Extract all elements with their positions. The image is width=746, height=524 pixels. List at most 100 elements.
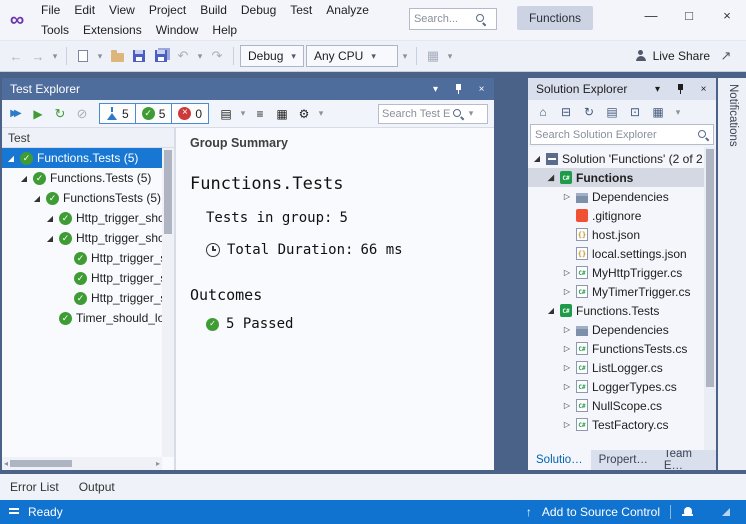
- solution-tree-row[interactable]: MyTimerTrigger.cs: [528, 282, 704, 301]
- passed-outcome-line[interactable]: 5 Passed: [206, 316, 480, 332]
- pin-icon[interactable]: [450, 81, 467, 97]
- test-explorer-header[interactable]: Test Explorer ▾ ×: [2, 78, 494, 100]
- test-tree-row[interactable]: Functions.Tests (5): [2, 148, 162, 168]
- expander-icon[interactable]: [562, 268, 572, 277]
- collapse-all-icon[interactable]: ⊟: [558, 103, 574, 121]
- undo-dropdown-icon[interactable]: ▾: [195, 45, 205, 67]
- menu-view[interactable]: View: [102, 0, 142, 20]
- solution-tree-row[interactable]: LoggerTypes.cs: [528, 377, 704, 396]
- tab-error-list[interactable]: Error List: [10, 480, 59, 494]
- test-column-header[interactable]: Test: [2, 128, 174, 148]
- scrollbar-thumb[interactable]: [706, 149, 714, 387]
- menu-file[interactable]: File: [34, 0, 67, 20]
- test-tree-row[interactable]: FunctionsTests (5): [2, 188, 162, 208]
- run-target-dropdown-icon[interactable]: ▾: [400, 45, 410, 67]
- repeat-last-run-icon[interactable]: ↻: [50, 104, 70, 124]
- solution-tree-row[interactable]: Solution 'Functions' (2 of 2 p: [528, 149, 704, 168]
- add-to-source-control[interactable]: Add to Source Control: [542, 505, 660, 519]
- expander-icon[interactable]: [45, 234, 55, 243]
- run-all-tests-icon[interactable]: ▶▶: [6, 104, 26, 124]
- solution-explorer-header[interactable]: Solution Explorer ▾ ×: [528, 78, 716, 100]
- test-search-input[interactable]: [382, 108, 450, 120]
- toolbar-overflow-icon[interactable]: ▾: [673, 101, 683, 123]
- solution-tree-row[interactable]: Dependencies: [528, 320, 704, 339]
- expander-icon[interactable]: [32, 194, 42, 203]
- solution-search-box[interactable]: [530, 124, 714, 145]
- maximize-button[interactable]: □: [670, 0, 708, 30]
- scroll-left-icon[interactable]: ◂: [4, 459, 8, 468]
- close-icon[interactable]: ×: [695, 81, 712, 97]
- expander-icon[interactable]: [562, 401, 572, 410]
- menu-debug[interactable]: Debug: [234, 0, 283, 20]
- menu-extensions[interactable]: Extensions: [76, 20, 149, 40]
- expander-icon[interactable]: [562, 363, 572, 372]
- toolbar-options-icon[interactable]: ▦: [423, 45, 443, 67]
- minimize-button[interactable]: —: [632, 0, 670, 30]
- tab-solution-explorer[interactable]: Solutio…: [528, 450, 591, 470]
- solution-tree-row[interactable]: Functions.Tests: [528, 301, 704, 320]
- expander-icon[interactable]: [562, 287, 572, 296]
- toolbar-options-dropdown-icon[interactable]: ▾: [445, 45, 455, 67]
- menu-test[interactable]: Test: [283, 0, 319, 20]
- quick-launch-input[interactable]: [414, 13, 472, 25]
- playlist-icon[interactable]: ▤: [216, 104, 236, 124]
- notifications-bell-icon[interactable]: [681, 506, 694, 519]
- horizontal-scrollbar[interactable]: ◂ ▸: [2, 457, 162, 470]
- expander-icon[interactable]: [562, 420, 572, 429]
- open-folder-icon[interactable]: [107, 45, 127, 67]
- expander-icon[interactable]: [562, 192, 572, 201]
- solution-tree-row[interactable]: .gitignore: [528, 206, 704, 225]
- expander-icon[interactable]: [546, 173, 556, 182]
- configuration-dropdown[interactable]: Debug ▾: [240, 45, 304, 67]
- close-button[interactable]: ×: [708, 0, 746, 30]
- sync-with-active-document-icon[interactable]: ↻: [581, 103, 597, 121]
- new-file-icon[interactable]: [73, 45, 93, 67]
- expander-icon[interactable]: [532, 154, 542, 163]
- scroll-right-icon[interactable]: ▸: [156, 459, 160, 468]
- navigate-forward-icon[interactable]: →: [28, 45, 48, 67]
- menu-help[interactable]: Help: [205, 20, 244, 40]
- navigation-dropdown-icon[interactable]: ▾: [50, 45, 60, 67]
- live-share-label[interactable]: Live Share: [653, 49, 710, 63]
- playlist-dropdown-icon[interactable]: ▾: [238, 103, 248, 125]
- passed-tests-filter[interactable]: 5: [136, 104, 173, 123]
- notifications-tab[interactable]: Notifications: [725, 84, 739, 147]
- settings-dropdown-icon[interactable]: ▾: [316, 103, 326, 125]
- expander-icon[interactable]: [546, 306, 556, 315]
- redo-icon[interactable]: ↷: [207, 45, 227, 67]
- show-all-files-icon[interactable]: ▤: [604, 103, 620, 121]
- run-tests-icon[interactable]: ▶: [28, 104, 48, 124]
- undo-icon[interactable]: ↶: [173, 45, 193, 67]
- window-position-icon[interactable]: ▾: [649, 81, 666, 97]
- test-tree-row[interactable]: Http_trigger_sho: [2, 268, 162, 288]
- solution-tree-row[interactable]: ListLogger.cs: [528, 358, 704, 377]
- expander-icon[interactable]: [45, 214, 55, 223]
- menu-build[interactable]: Build: [193, 0, 234, 20]
- platform-dropdown[interactable]: Any CPU ▾: [306, 45, 398, 67]
- solution-tree-row[interactable]: MyHttpTrigger.cs: [528, 263, 704, 282]
- menu-tools[interactable]: Tools: [34, 20, 76, 40]
- expander-icon[interactable]: [562, 325, 572, 334]
- cancel-run-icon[interactable]: ⊘: [72, 104, 92, 124]
- columns-icon[interactable]: ▦: [272, 104, 292, 124]
- vertical-scrollbar[interactable]: [704, 147, 716, 450]
- save-icon[interactable]: [129, 45, 149, 67]
- solution-tree-row[interactable]: Dependencies: [528, 187, 704, 206]
- menu-window[interactable]: Window: [149, 20, 206, 40]
- quick-launch-search[interactable]: [409, 8, 497, 30]
- solution-tree-row[interactable]: TestFactory.cs: [528, 415, 704, 434]
- test-tree-row[interactable]: Http_trigger_sho: [2, 248, 162, 268]
- test-tree-row[interactable]: Http_trigger_shoul: [2, 228, 162, 248]
- solution-tree-row[interactable]: local.settings.json: [528, 244, 704, 263]
- pin-icon[interactable]: [672, 81, 689, 97]
- test-tree-row[interactable]: Http_trigger_shoul: [2, 208, 162, 228]
- navigate-back-icon[interactable]: ←: [6, 45, 26, 67]
- home-icon[interactable]: ⌂: [535, 103, 551, 121]
- window-position-icon[interactable]: ▾: [427, 81, 444, 97]
- new-file-dropdown-icon[interactable]: ▾: [95, 45, 105, 67]
- vertical-scrollbar[interactable]: [162, 148, 174, 457]
- test-tree-row[interactable]: Http_trigger_sho: [2, 288, 162, 308]
- tab-output[interactable]: Output: [79, 480, 115, 494]
- test-tree-row[interactable]: Timer_should_log_: [2, 308, 162, 328]
- failed-tests-filter[interactable]: 0: [172, 104, 208, 123]
